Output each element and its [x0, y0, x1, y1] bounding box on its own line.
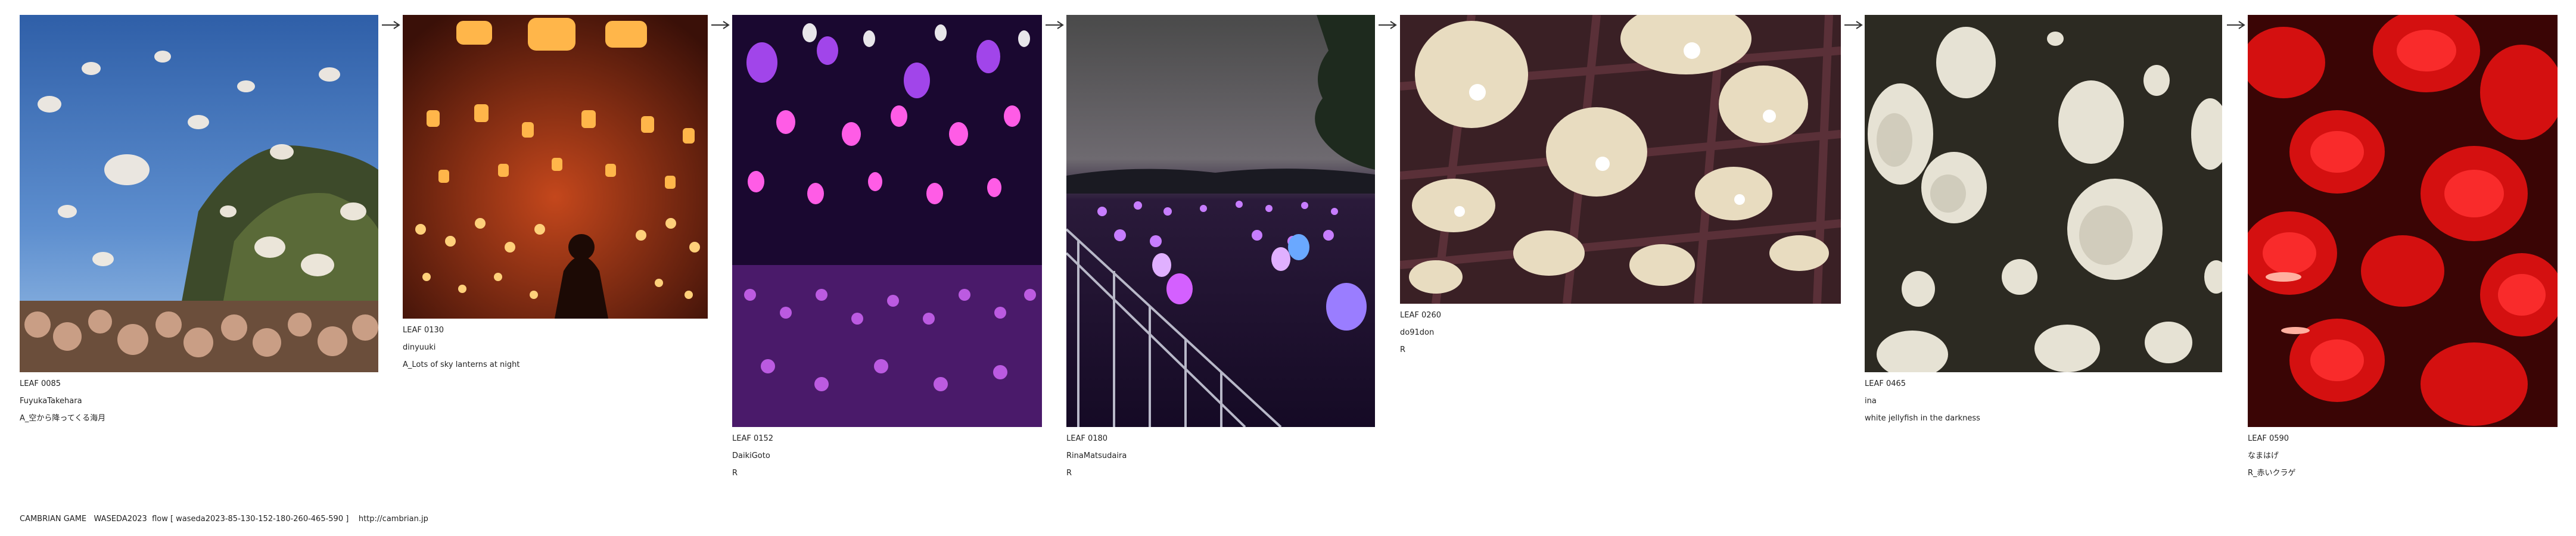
leaf-id: LEAF 0130 — [403, 326, 444, 335]
leaf-title: R — [1400, 345, 1406, 354]
arrow-right-icon — [1046, 21, 1064, 29]
night-park-lights-image[interactable] — [1066, 15, 1375, 427]
footer-game: CAMBRIAN GAME — [20, 515, 87, 523]
arrow-right-icon — [1844, 21, 1863, 29]
leaf-author: DaikiGoto — [732, 451, 770, 460]
leaf-card: LEAF 0085 FuyukaTakehara A_空から降ってくる海月 — [20, 15, 378, 432]
white-jellyfish-image[interactable] — [1865, 15, 2222, 372]
arrow-right-icon — [1379, 21, 1397, 29]
leaf-author: なまはげ — [2248, 451, 2279, 460]
arrow-right-icon — [382, 21, 400, 29]
leaf-card: LEAF 0260 do91don R — [1400, 15, 1841, 372]
leaf-id: LEAF 0180 — [1066, 434, 1108, 443]
leaf-author: dinyuuki — [403, 343, 436, 352]
red-jellyfish-image[interactable] — [2248, 15, 2558, 427]
leaf-author: FuyukaTakehara — [20, 397, 82, 406]
leaf-author: do91don — [1400, 328, 1435, 337]
sky-lanterns-image[interactable] — [403, 15, 708, 319]
leaf-title: R — [732, 469, 738, 478]
leaf-id: LEAF 0260 — [1400, 311, 1442, 320]
leaf-title: A_空から降ってくる海月 — [20, 414, 106, 423]
leaf-id: LEAF 0590 — [2248, 434, 2289, 443]
purple-lanterns-image[interactable] — [732, 15, 1042, 427]
arrow-right-icon — [2227, 21, 2245, 29]
leaf-title: R — [1066, 469, 1072, 478]
leaf-title: R_赤いクラゲ — [2248, 469, 2296, 478]
leaf-card: LEAF 0465 ina white jellyfish in the dar… — [1865, 15, 2222, 432]
leaf-card: LEAF 0152 DaikiGoto R — [732, 15, 1042, 485]
leaf-title: A_Lots of sky lanterns at night — [403, 360, 520, 369]
leaf-card: LEAF 0130 dinyuuki A_Lots of sky lantern… — [403, 15, 708, 384]
footer: CAMBRIAN GAME WASEDA2023 flow [ waseda20… — [20, 515, 428, 523]
leaf-author: ina — [1865, 397, 1877, 406]
leaf-card: LEAF 0180 RinaMatsudaira R — [1066, 15, 1375, 485]
footer-flow: flow [ waseda2023-85-130-152-180-260-465… — [152, 515, 349, 523]
footer-url-link[interactable]: http://cambrian.jp — [359, 515, 428, 523]
ceiling-lamps-image[interactable] — [1400, 15, 1841, 304]
footer-event: WASEDA2023 — [94, 515, 147, 523]
leaf-title: white jellyfish in the darkness — [1865, 414, 1980, 423]
arrow-right-icon — [711, 21, 730, 29]
leaf-card: LEAF 0590 なまはげ R_赤いクラゲ — [2248, 15, 2558, 485]
leaf-id: LEAF 0085 — [20, 379, 61, 388]
leaf-id: LEAF 0465 — [1865, 379, 1906, 388]
leaf-id: LEAF 0152 — [732, 434, 774, 443]
leaf-author: RinaMatsudaira — [1066, 451, 1127, 460]
jellyfish-sky-image[interactable] — [20, 15, 378, 372]
